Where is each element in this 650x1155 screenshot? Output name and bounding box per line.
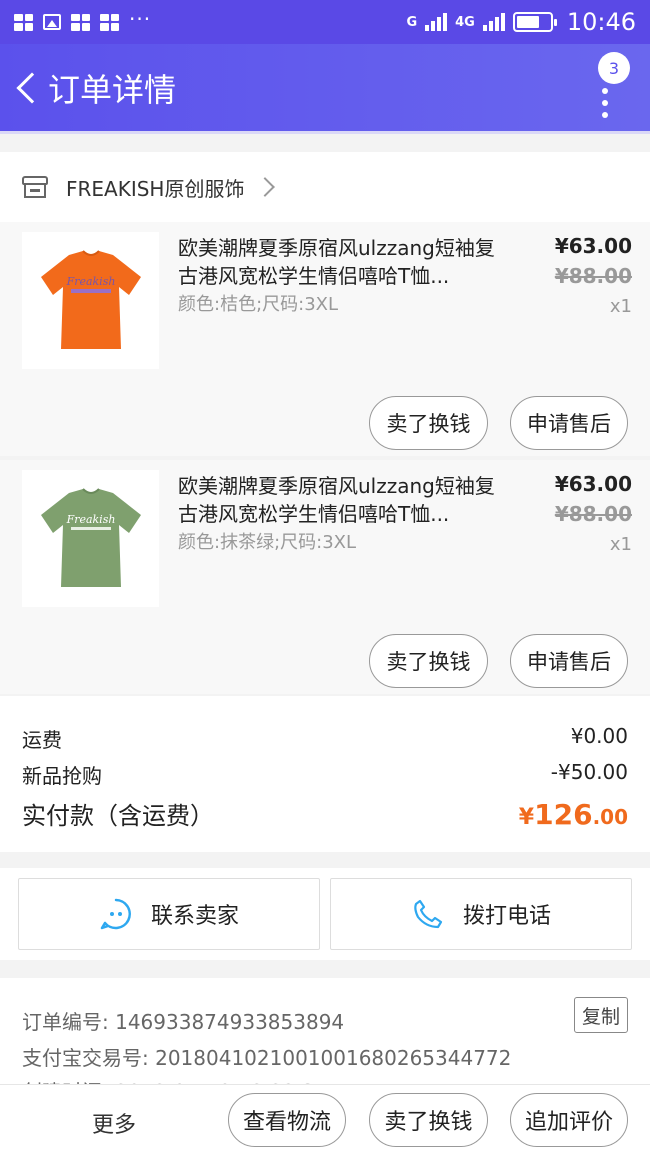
total-value: ¥126.00: [518, 798, 628, 831]
order-info: 订单编号: 146933874933853894 复制 支付宝交易号: 2018…: [0, 978, 650, 1088]
green-tshirt-image: Freakish: [40, 487, 141, 587]
product-item[interactable]: Freakish 欧美潮牌夏季原宿风ulzzang短袖复古港风宽松学生情侣嘻哈T…: [0, 460, 650, 694]
bottom-action-bar: 更多 查看物流 卖了换钱 追加评价: [0, 1084, 650, 1155]
product-price: ¥63.00: [554, 472, 632, 496]
call-phone-button[interactable]: 拨打电话: [330, 878, 632, 950]
svg-text:Freakish: Freakish: [65, 275, 115, 288]
sell-item-button[interactable]: 卖了换钱: [369, 1093, 488, 1147]
add-review-button[interactable]: 追加评价: [510, 1093, 628, 1147]
discount-label: 新品抢购: [22, 764, 102, 788]
more-button[interactable]: 更多: [92, 1107, 136, 1139]
kebab-menu-icon: [602, 88, 608, 124]
product-item[interactable]: Freakish 欧美潮牌夏季原宿风ulzzang短袖复古港风宽松学生情侣嘻哈T…: [0, 222, 650, 456]
page-title: 订单详情: [48, 70, 177, 109]
app-notification-icon: [71, 13, 90, 31]
shop-row[interactable]: FREAKISH原创服饰: [0, 152, 650, 222]
sell-item-button[interactable]: 卖了换钱: [369, 396, 488, 450]
status-time: 10:46: [566, 8, 636, 36]
more-notifications-icon: ···: [129, 7, 152, 31]
after-sale-button[interactable]: 申请售后: [510, 396, 628, 450]
shipping-label: 运费: [22, 728, 62, 752]
image-notification-icon: [43, 14, 61, 30]
contact-section: 联系卖家 拨打电话: [0, 868, 650, 960]
notification-icons: ···: [14, 7, 151, 31]
store-icon: [22, 176, 48, 198]
after-sale-button[interactable]: 申请售后: [510, 634, 628, 688]
phone-icon: [414, 899, 443, 929]
network-type-1: G: [406, 14, 418, 30]
svg-text:Freakish: Freakish: [65, 513, 115, 526]
signal-1-icon: [425, 13, 448, 31]
product-original-price: ¥88.00: [554, 264, 632, 288]
sell-item-button[interactable]: 卖了换钱: [369, 634, 488, 688]
product-price: ¥63.00: [554, 234, 632, 258]
battery-icon: [512, 12, 557, 32]
shop-name: FREAKISH原创服饰: [66, 176, 245, 201]
product-spec: 颜色:抹茶绿;尺码:3XL: [178, 532, 357, 553]
product-quantity: x1: [609, 534, 632, 555]
notification-badge: 3: [598, 52, 630, 84]
total-label: 实付款（含运费）: [22, 802, 214, 830]
contact-seller-label: 联系卖家: [150, 904, 239, 929]
alipay-trade-number: 支付宝交易号: 2018041021001001680265344772: [22, 1046, 512, 1070]
chat-bubble-icon: [100, 898, 131, 930]
view-logistics-button[interactable]: 查看物流: [228, 1093, 346, 1147]
contact-seller-button[interactable]: 联系卖家: [18, 878, 320, 950]
chevron-left-icon[interactable]: [4, 44, 50, 131]
orange-tshirt-image: Freakish: [40, 249, 141, 349]
order-number: 订单编号: 146933874933853894: [22, 1010, 345, 1034]
shipping-value: ¥0.00: [570, 724, 628, 748]
copy-button[interactable]: 复制: [574, 997, 628, 1033]
app-header: 订单详情 3: [0, 44, 650, 131]
product-quantity: x1: [609, 296, 632, 317]
status-bar: ··· G 4G 10:46: [0, 0, 650, 44]
product-title: 欧美潮牌夏季原宿风ulzzang短袖复古港风宽松学生情侣嘻哈T恤...: [178, 236, 495, 288]
chevron-right-icon: [255, 177, 276, 197]
app-notification-icon: [100, 13, 119, 31]
price-summary: 运费 ¥0.00 新品抢购 -¥50.00 实付款（含运费） ¥126.00: [0, 696, 650, 852]
discount-value: -¥50.00: [550, 760, 628, 784]
more-menu-button[interactable]: 3: [590, 52, 630, 126]
network-type-2: 4G: [455, 14, 475, 30]
app-notification-icon: [14, 13, 33, 31]
call-phone-label: 拨打电话: [462, 904, 551, 929]
product-title: 欧美潮牌夏季原宿风ulzzang短袖复古港风宽松学生情侣嘻哈T恤...: [178, 474, 495, 526]
signal-2-icon: [482, 13, 505, 31]
product-image[interactable]: Freakish: [22, 232, 159, 369]
product-spec: 颜色:桔色;尺码:3XL: [178, 294, 339, 315]
header-divider: [0, 131, 650, 134]
product-image[interactable]: Freakish: [22, 470, 159, 607]
product-original-price: ¥88.00: [554, 502, 632, 526]
